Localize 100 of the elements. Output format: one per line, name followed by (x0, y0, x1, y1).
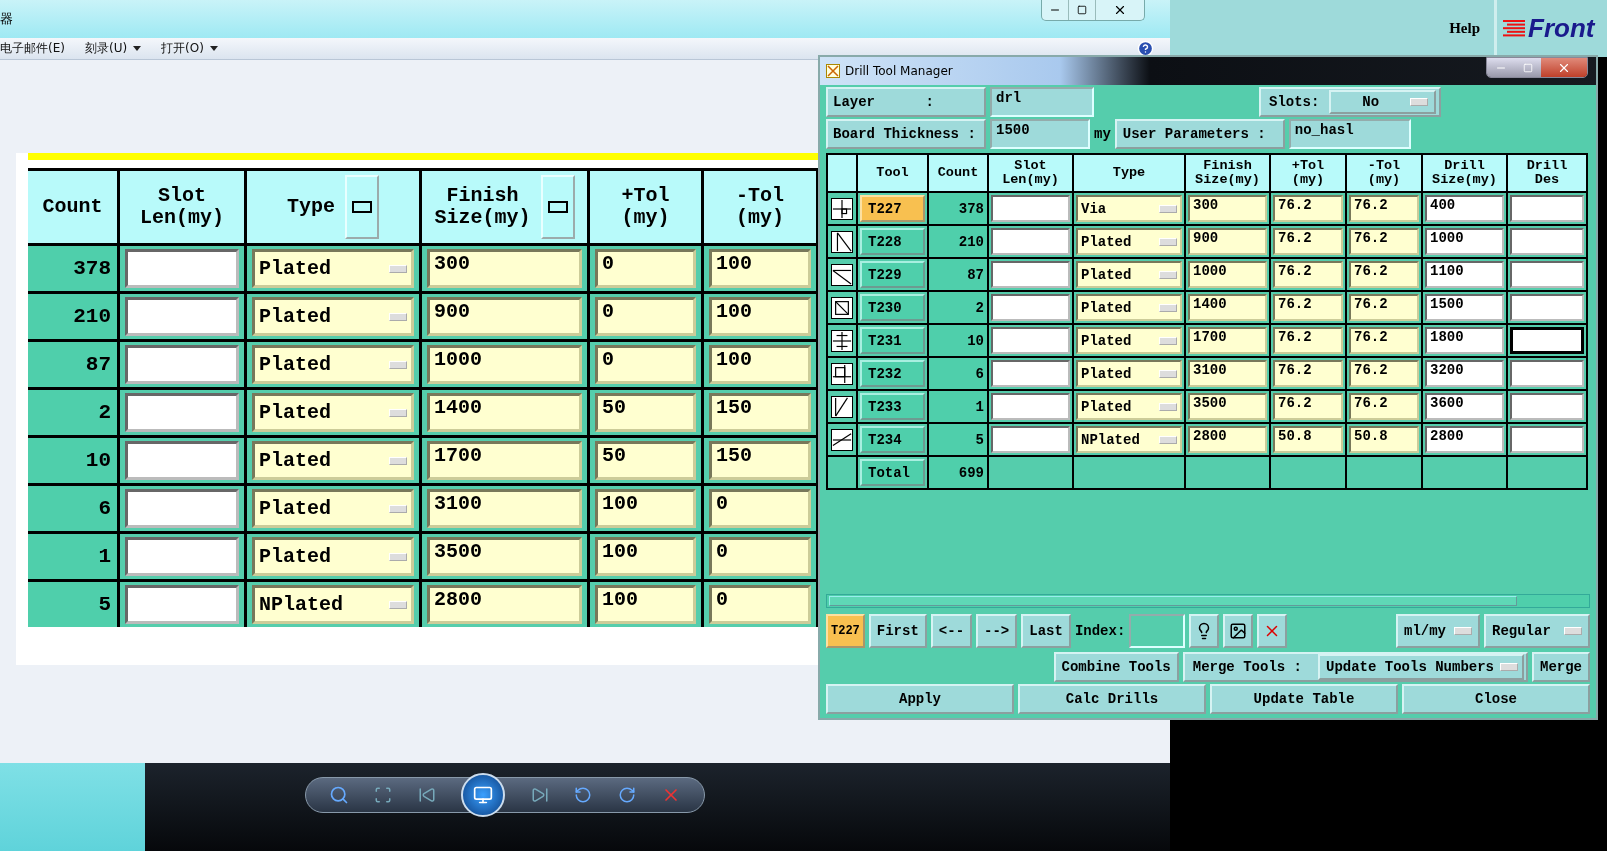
rotate-right-icon[interactable] (617, 786, 636, 804)
minus-tolerance-field[interactable]: 150 (709, 393, 811, 432)
finish-size-field[interactable]: 1000 (1188, 261, 1267, 288)
minus-tolerance-field[interactable]: 76.2 (1349, 393, 1419, 420)
tool-button[interactable]: T228 (860, 228, 925, 255)
navigation-button[interactable]: Last (1021, 614, 1071, 648)
drill-size-field[interactable]: 1000 (1425, 228, 1504, 255)
header-toggle-button[interactable] (540, 175, 575, 239)
user-parameters-field[interactable]: no_hasl (1288, 119, 1411, 149)
finish-size-field[interactable]: 3500 (427, 537, 582, 576)
type-dropdown[interactable]: Plated (252, 249, 414, 288)
header-toggle-button[interactable] (345, 175, 379, 239)
finish-size-field[interactable]: 1400 (1188, 294, 1267, 321)
plus-tolerance-field[interactable]: 76.2 (1273, 228, 1343, 255)
minus-tolerance-field[interactable]: 50.8 (1349, 426, 1419, 453)
help-menu[interactable]: Help (1449, 20, 1480, 37)
minus-tolerance-field[interactable]: 100 (709, 345, 811, 384)
drill-size-field[interactable]: 3600 (1425, 393, 1504, 420)
rotate-left-icon[interactable] (574, 786, 593, 804)
slideshow-button[interactable] (461, 773, 506, 817)
minus-tolerance-field[interactable]: 100 (709, 249, 811, 288)
navigation-button[interactable]: <-- (930, 614, 973, 648)
plus-tolerance-field[interactable]: 100 (595, 489, 696, 528)
type-dropdown[interactable]: Plated (252, 297, 414, 336)
type-dropdown[interactable]: Plated (1076, 294, 1182, 321)
units-dropdown[interactable]: ml/my (1396, 614, 1480, 648)
plus-tolerance-field[interactable]: 76.2 (1273, 360, 1343, 387)
plus-tolerance-field[interactable]: 0 (595, 345, 696, 384)
user-parameters-button[interactable]: User Parameters : (1114, 119, 1285, 149)
drill-size-field[interactable]: 3200 (1425, 360, 1504, 387)
finish-size-field[interactable]: 1700 (427, 441, 582, 480)
tool-button[interactable]: T229 (860, 261, 925, 288)
drill-size-field[interactable]: 2800 (1425, 426, 1504, 453)
horizontal-scrollbar[interactable] (826, 594, 1590, 608)
total-button[interactable]: Total (860, 459, 925, 486)
finish-size-field[interactable]: 1000 (427, 345, 582, 384)
minus-tolerance-field[interactable]: 0 (709, 585, 811, 624)
picture-button[interactable] (1223, 614, 1254, 648)
finish-size-field[interactable]: 300 (1188, 195, 1267, 222)
board-thickness-field[interactable]: 1500 (990, 119, 1090, 149)
plus-tolerance-field[interactable]: 50 (595, 393, 696, 432)
plus-tolerance-field[interactable]: 100 (595, 537, 696, 576)
plus-tolerance-field[interactable]: 0 (595, 249, 696, 288)
plus-tolerance-field[interactable]: 76.2 (1273, 261, 1343, 288)
minus-tolerance-field[interactable]: 0 (709, 537, 811, 576)
tool-button[interactable]: T230 (860, 294, 925, 321)
minus-tolerance-field[interactable]: 0 (709, 489, 811, 528)
finish-size-field[interactable]: 900 (1188, 228, 1267, 255)
type-dropdown[interactable]: NPlated (1076, 426, 1182, 453)
type-dropdown[interactable]: Plated (1076, 261, 1182, 288)
type-dropdown[interactable]: Plated (252, 537, 414, 576)
tool-button[interactable]: T231 (860, 327, 925, 354)
minus-tolerance-field[interactable]: 100 (709, 297, 811, 336)
minus-tolerance-field[interactable]: 76.2 (1349, 261, 1419, 288)
plus-tolerance-field[interactable]: 0 (595, 297, 696, 336)
tool-button[interactable]: T227 (860, 195, 925, 222)
fit-icon[interactable] (374, 786, 393, 804)
plus-tolerance-field[interactable]: 76.2 (1273, 195, 1343, 222)
action-button[interactable]: Update Table (1210, 684, 1398, 714)
menu-item[interactable]: 打开(O) (161, 40, 218, 57)
finish-size-field[interactable]: 3100 (427, 489, 582, 528)
plus-tolerance-field[interactable]: 76.2 (1273, 393, 1343, 420)
finish-size-field[interactable]: 2800 (1188, 426, 1267, 453)
finish-size-field[interactable]: 2800 (427, 585, 582, 624)
finish-size-field[interactable]: 1700 (1188, 327, 1267, 354)
menu-item[interactable]: 电子邮件(E) (0, 40, 65, 57)
navigation-button[interactable]: First (868, 614, 927, 648)
slots-dropdown[interactable]: No (1329, 90, 1436, 114)
zoom-icon[interactable] (328, 785, 349, 805)
next-icon[interactable] (530, 786, 549, 804)
minus-tolerance-field[interactable]: 76.2 (1349, 195, 1419, 222)
type-dropdown[interactable]: Plated (252, 393, 414, 432)
tool-button[interactable]: T232 (860, 360, 925, 387)
combine-tools-button[interactable]: Combine Tools (1053, 652, 1179, 682)
tool-button[interactable]: T233 (860, 393, 925, 420)
drill-size-field[interactable]: 1500 (1425, 294, 1504, 321)
plus-tolerance-field[interactable]: 50.8 (1273, 426, 1343, 453)
minus-tolerance-field[interactable]: 76.2 (1349, 360, 1419, 387)
type-dropdown[interactable]: Plated (1076, 228, 1182, 255)
type-dropdown[interactable]: Plated (252, 441, 414, 480)
navigation-button[interactable]: --> (976, 614, 1018, 648)
previous-icon[interactable] (417, 786, 436, 804)
finish-size-field[interactable]: 1400 (427, 393, 582, 432)
plus-tolerance-field[interactable]: 76.2 (1273, 294, 1343, 321)
layer-field[interactable]: drl (990, 87, 1094, 117)
close-button[interactable] (1541, 58, 1587, 77)
menu-item[interactable]: 刻录(U) (84, 40, 142, 57)
merge-button[interactable]: Merge (1532, 652, 1590, 682)
plus-tolerance-field[interactable]: 100 (595, 585, 696, 624)
merge-option-dropdown[interactable]: Update Tools Numbers (1318, 654, 1524, 680)
minus-tolerance-field[interactable]: 76.2 (1349, 327, 1419, 354)
minus-tolerance-field[interactable]: 76.2 (1349, 294, 1419, 321)
minus-tolerance-field[interactable]: 150 (709, 441, 811, 480)
drill-size-field[interactable]: 400 (1425, 195, 1504, 222)
tool-button[interactable]: T234 (860, 426, 925, 453)
type-dropdown[interactable]: NPlated (252, 585, 414, 624)
plus-tolerance-field[interactable]: 76.2 (1273, 327, 1343, 354)
finish-size-field[interactable]: 300 (427, 249, 582, 288)
index-field[interactable] (1129, 614, 1186, 648)
finish-size-field[interactable]: 3100 (1188, 360, 1267, 387)
